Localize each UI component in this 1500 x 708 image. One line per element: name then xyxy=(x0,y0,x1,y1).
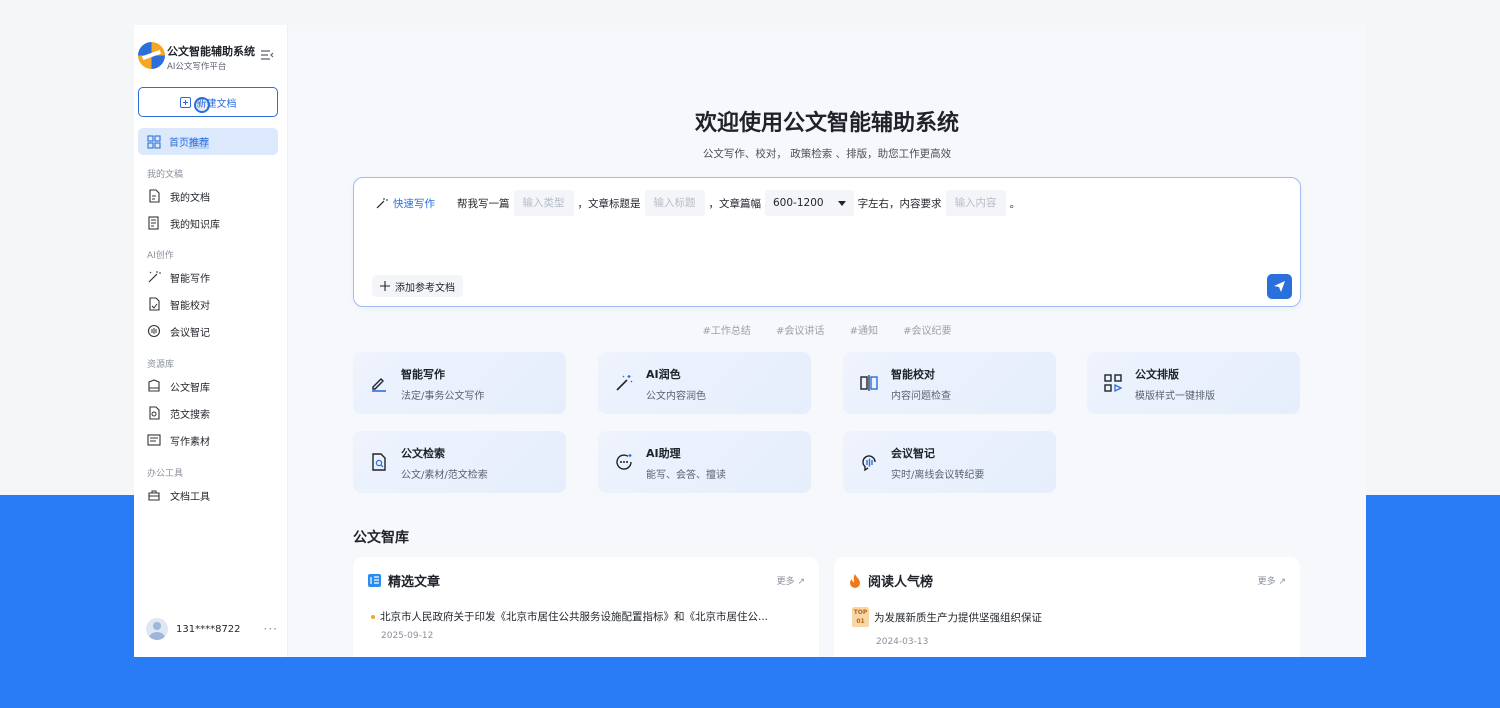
bullet-icon xyxy=(371,614,375,619)
card-header: 精选文章 xyxy=(367,571,440,590)
pen-icon xyxy=(372,378,386,392)
user-name: 131****8722 xyxy=(176,623,241,635)
sidebar-item-knowledge-base[interactable]: 我的知识库 xyxy=(138,212,278,234)
doc-search-icon xyxy=(149,406,160,420)
sidebar-item-home-label: 首页推荐 xyxy=(169,138,209,149)
section-label-ai-creation: AI创作 xyxy=(147,251,174,261)
click-cursor-icon xyxy=(194,97,210,113)
app-window: 公文智能辅助系统 AI公文写作平台 新建文档 首页推荐 我的文稿 我的文档 我的… xyxy=(134,25,1366,657)
section-label-resources: 资源库 xyxy=(147,360,175,370)
prompt-composer[interactable]: 快速写作 帮我写一篇 输入类型 ，文章标题是 输入标题 ，文章篇幅 600-12… xyxy=(353,177,1301,307)
magic-pen-icon xyxy=(148,271,161,283)
caret-down-icon xyxy=(837,200,846,206)
materials-icon xyxy=(147,434,161,446)
sidebar-item-template-search[interactable]: 范文搜索 xyxy=(138,402,278,424)
feature-meeting-notes[interactable]: 会议智记 实时/离线会议转纪要 xyxy=(843,431,1056,493)
hashtag-item[interactable]: #会议纪要 xyxy=(903,326,951,337)
layout-icon xyxy=(1104,374,1123,393)
hashtag-item[interactable]: #通知 xyxy=(850,326,878,337)
send-button[interactable] xyxy=(1267,274,1292,299)
compare-icon xyxy=(860,375,878,391)
meeting-record-icon xyxy=(862,455,876,472)
brand-subtitle: AI公文写作平台 xyxy=(167,62,227,72)
doc-search-icon xyxy=(372,453,386,471)
content-input[interactable]: 输入内容 xyxy=(945,190,1006,216)
length-select-value: 600-1200 xyxy=(773,197,824,209)
toolbox-icon xyxy=(148,490,160,501)
article-date: 2024-03-13 xyxy=(876,637,929,647)
article-list-icon xyxy=(368,574,381,587)
sidebar-item-writing-materials[interactable]: 写作素材 xyxy=(138,429,278,451)
sidebar-item-doc-tools[interactable]: 文档工具 xyxy=(138,484,278,506)
sidebar-item-smart-writing[interactable]: 智能写作 xyxy=(138,266,278,288)
user-profile[interactable]: 131****8722 ··· xyxy=(146,617,278,641)
feature-smart-proofread[interactable]: 智能校对 内容问题检查 xyxy=(843,352,1056,414)
prompt-text-3: ，文章篇幅 xyxy=(708,197,762,210)
library-icon xyxy=(148,379,160,392)
more-options-icon[interactable]: ··· xyxy=(264,622,278,636)
page-title: 欢迎使用公文智能辅助系统 xyxy=(694,111,959,136)
plus-square-icon xyxy=(179,96,191,108)
knowledge-base-icon xyxy=(148,216,159,230)
more-link[interactable]: 更多 ↗ xyxy=(1258,574,1286,587)
collapse-sidebar-icon[interactable] xyxy=(260,49,274,61)
send-icon xyxy=(1274,281,1285,292)
feature-smart-writing[interactable]: 智能写作 法定/事务公文写作 xyxy=(353,352,566,414)
sidebar: 公文智能辅助系统 AI公文写作平台 新建文档 首页推荐 我的文稿 我的文档 我的… xyxy=(134,25,288,657)
top-rank-badge: TOP 01 xyxy=(852,607,869,627)
sidebar-item-meeting-notes[interactable]: 会议智记 xyxy=(138,320,278,342)
feature-doc-search[interactable]: 公文检索 公文/素材/范文检索 xyxy=(353,431,566,493)
document-icon xyxy=(149,189,160,203)
page-subtitle: 公文写作、校对， 政策检索 、排版，助您工作更高效 xyxy=(702,148,952,160)
add-reference-button[interactable]: 添加参考文档 xyxy=(372,275,463,297)
hashtag-suggestions: #工作总结 #会议讲话 #通知 #会议纪要 xyxy=(288,322,1366,337)
feature-ai-assistant[interactable]: AI助理 能写、会答、擅读 xyxy=(598,431,811,493)
brand-title: 公文智能辅助系统 xyxy=(167,45,255,58)
plus-icon xyxy=(380,281,390,291)
featured-articles-card: 精选文章 更多 ↗ 北京市人民政府关于印发《北京市居住公共服务设施配置指标》和《… xyxy=(353,557,819,657)
more-link[interactable]: 更多 ↗ xyxy=(777,574,805,587)
avatar xyxy=(146,618,168,640)
list-item[interactable]: 北京市人民政府关于印发《北京市居住公共服务设施配置指标》和《北京市居住公... xyxy=(371,609,768,624)
hashtag-item[interactable]: #工作总结 xyxy=(702,326,750,337)
sidebar-item-home[interactable]: 首页推荐 xyxy=(138,128,278,155)
popular-reads-card: 阅读人气榜 更多 ↗ TOP 01 为发展新质生产力提供坚强组织保证 2024-… xyxy=(834,557,1300,657)
dashboard-icon xyxy=(147,134,161,149)
prompt-text-5: 。 xyxy=(1009,197,1021,210)
flame-icon xyxy=(850,573,860,588)
chat-icon xyxy=(616,454,632,470)
hashtag-item[interactable]: #会议讲话 xyxy=(776,326,824,337)
sidebar-item-my-documents[interactable]: 我的文档 xyxy=(138,185,278,207)
meeting-notes-icon xyxy=(147,324,161,338)
magic-wand-icon xyxy=(616,375,633,391)
sidebar-item-doc-library[interactable]: 公文智库 xyxy=(138,375,278,397)
title-input[interactable]: 输入标题 xyxy=(644,190,705,216)
prompt-text-4: 字左右，内容要求 xyxy=(857,197,942,210)
prompt-template-row: 快速写作 帮我写一篇 输入类型 ，文章标题是 输入标题 ，文章篇幅 600-12… xyxy=(372,190,1020,216)
prompt-text-1: 帮我写一篇 xyxy=(457,197,510,210)
proofread-icon xyxy=(149,297,160,311)
type-input[interactable]: 输入类型 xyxy=(513,190,574,216)
sidebar-item-smart-proofread[interactable]: 智能校对 xyxy=(138,293,278,315)
section-label-my-docs: 我的文稿 xyxy=(147,170,184,180)
length-select[interactable]: 600-1200 xyxy=(765,190,854,216)
feature-ai-polish[interactable]: AI润色 公文内容润色 xyxy=(598,352,811,414)
list-item[interactable]: TOP 01 为发展新质生产力提供坚强组织保证 xyxy=(852,607,1042,627)
main-content: 欢迎使用公文智能辅助系统 公文写作、校对， 政策检索 、排版，助您工作更高效 快… xyxy=(288,25,1366,657)
article-date: 2025-09-12 xyxy=(381,631,434,641)
card-header: 阅读人气榜 xyxy=(848,571,933,590)
feature-doc-layout[interactable]: 公文排版 模版样式一键排版 xyxy=(1087,352,1300,414)
section-title-library: 公文智库 xyxy=(353,530,409,546)
quick-write-tag[interactable]: 快速写作 xyxy=(372,196,441,211)
logo-icon xyxy=(138,42,165,69)
prompt-text-2: ，文章标题是 xyxy=(577,197,641,210)
magic-pen-icon xyxy=(376,198,388,209)
section-label-office-tools: 办公工具 xyxy=(147,469,184,479)
